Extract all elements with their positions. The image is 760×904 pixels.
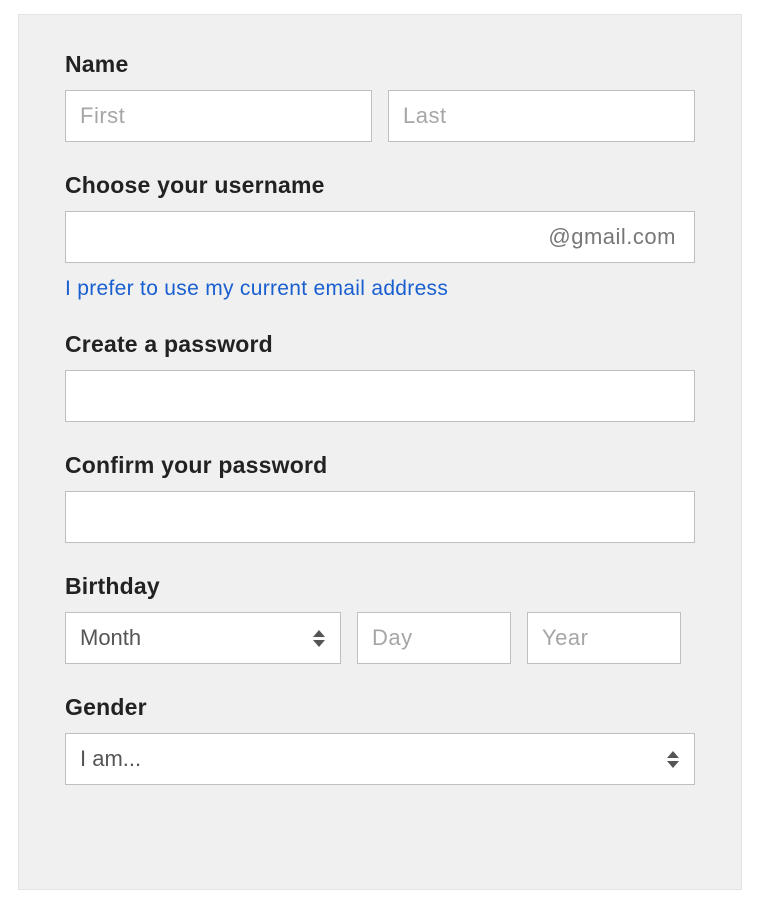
signup-form: Name Choose your username @gmail.com I p… [18, 14, 742, 890]
birthday-year-input[interactable] [527, 612, 681, 664]
birthday-day-input[interactable] [357, 612, 511, 664]
gender-select[interactable]: I am... [65, 733, 695, 785]
gender-group: Gender I am... [65, 694, 695, 785]
stepper-icon [310, 626, 328, 650]
birthday-group: Birthday Month [65, 573, 695, 664]
username-suffix: @gmail.com [548, 224, 676, 250]
confirm-password-input[interactable] [65, 491, 695, 543]
username-input[interactable] [66, 213, 548, 261]
name-label: Name [65, 51, 695, 78]
username-group: Choose your username @gmail.com I prefer… [65, 172, 695, 301]
confirm-password-label: Confirm your password [65, 452, 695, 479]
use-current-email-link[interactable]: I prefer to use my current email address [65, 277, 448, 301]
create-password-label: Create a password [65, 331, 695, 358]
first-name-input[interactable] [65, 90, 372, 142]
stepper-icon [664, 747, 682, 771]
name-group: Name [65, 51, 695, 142]
last-name-input[interactable] [388, 90, 695, 142]
birthday-label: Birthday [65, 573, 695, 600]
confirm-password-group: Confirm your password [65, 452, 695, 543]
create-password-input[interactable] [65, 370, 695, 422]
gender-value: I am... [80, 746, 141, 772]
birthday-month-value: Month [80, 625, 141, 651]
create-password-group: Create a password [65, 331, 695, 422]
birthday-month-select[interactable]: Month [65, 612, 341, 664]
username-label: Choose your username [65, 172, 695, 199]
username-field-wrap: @gmail.com [65, 211, 695, 263]
gender-label: Gender [65, 694, 695, 721]
